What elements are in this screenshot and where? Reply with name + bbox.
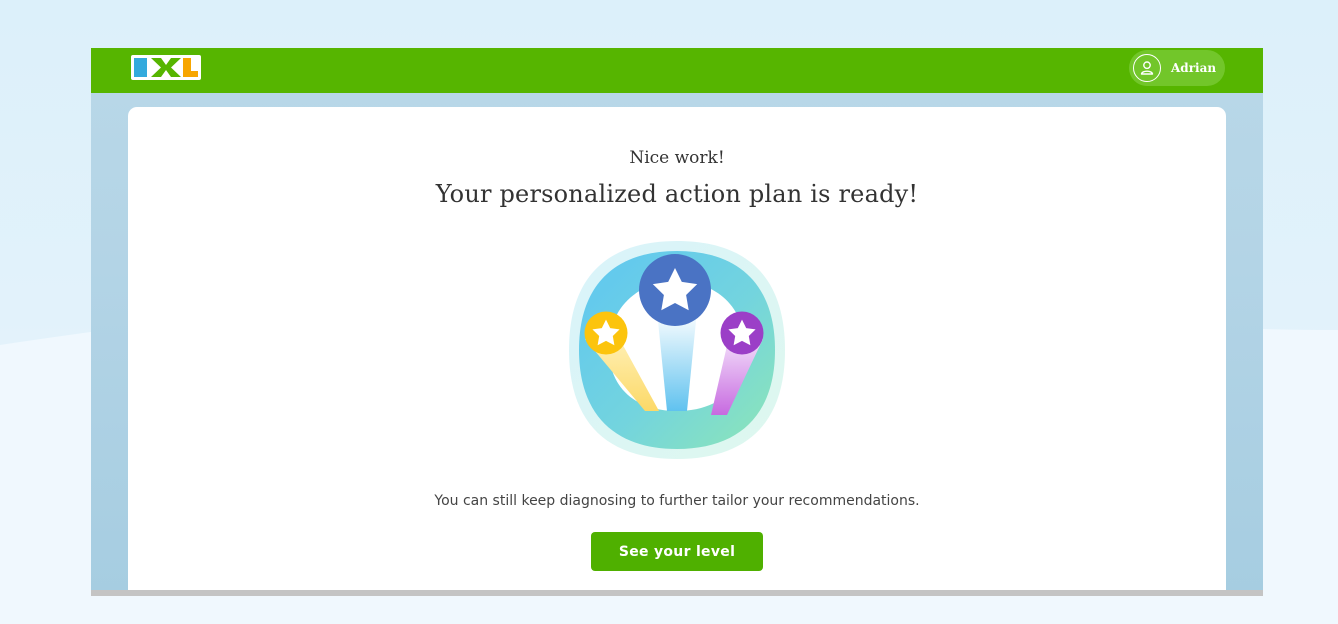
user-name: Adrian [1171, 61, 1217, 75]
description-text: You can still keep diagnosing to further… [434, 493, 920, 509]
star-icon-purple [720, 311, 764, 355]
congrats-subtitle: Nice work! [629, 148, 725, 168]
user-icon [1133, 54, 1161, 82]
action-plan-illustration [569, 241, 785, 459]
top-navigation-bar: Adrian [91, 48, 1263, 93]
page-title: Your personalized action plan is ready! [435, 180, 919, 208]
action-plan-card: Nice work! Your personalized action plan… [128, 107, 1226, 596]
user-account-button[interactable]: Adrian [1129, 50, 1225, 86]
ixl-logo[interactable] [131, 55, 201, 80]
star-icon-yellow [584, 311, 628, 355]
app-window: Adrian Nice work! Your personalized acti… [91, 48, 1263, 596]
see-your-level-button[interactable]: See your level [591, 532, 763, 571]
star-icon-blue [639, 254, 711, 326]
